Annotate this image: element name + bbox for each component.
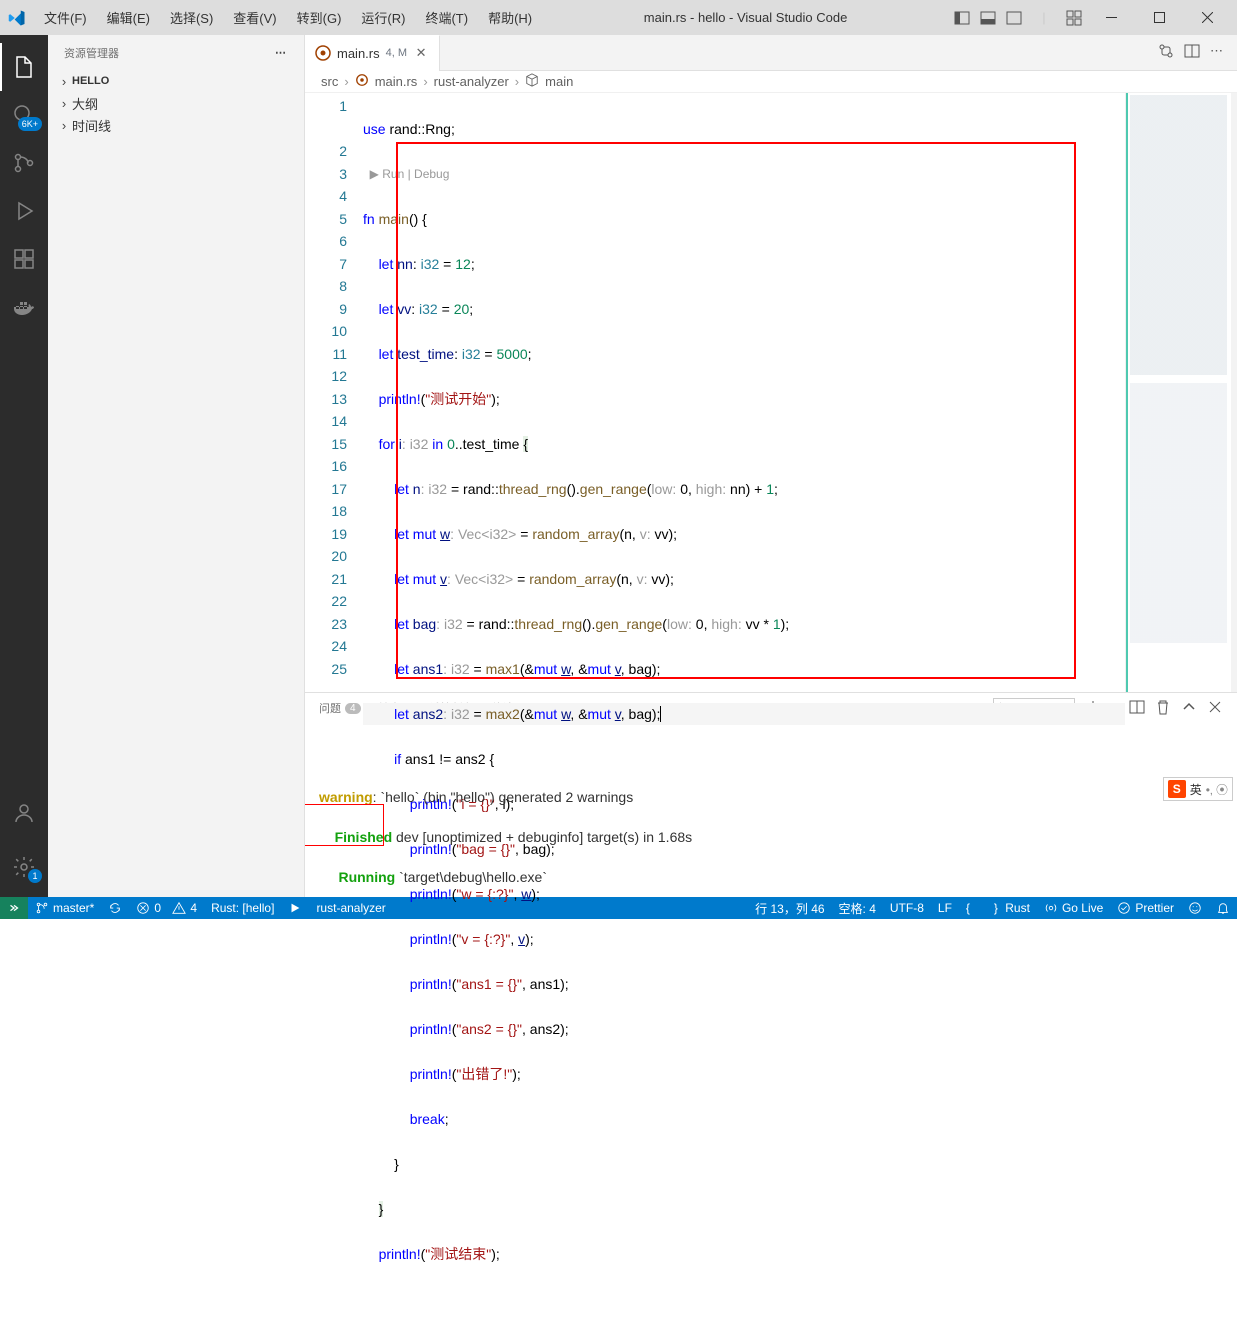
chevron-right-icon: ›: [56, 96, 72, 111]
menu-view[interactable]: 查看(V): [225, 4, 284, 31]
activity-search-icon[interactable]: 6K+: [0, 91, 48, 139]
cube-icon: [525, 73, 539, 90]
tab-more-icon[interactable]: ⋯: [1210, 43, 1225, 62]
settings-badge: 1: [28, 869, 42, 883]
editor-area: main.rs 4, M ✕ ⋯ src› main.rs› rust-anal…: [305, 35, 1237, 897]
tab-name: main.rs: [337, 46, 380, 61]
activity-account-icon[interactable]: [0, 789, 48, 837]
codelens-run-debug[interactable]: ▶ Run | Debug: [363, 163, 1125, 186]
sidebar-explorer: 资源管理器 ⋯ ›HELLO ›大纲 ›时间线: [48, 35, 305, 897]
vscode-logo-icon: [8, 9, 26, 27]
tree-hello[interactable]: ›HELLO: [48, 70, 304, 92]
tab-close-icon[interactable]: ✕: [413, 45, 429, 61]
chevron-right-icon: ›: [56, 74, 72, 89]
terminal-body[interactable]: warning: `hello` (bin "hello") generated…: [305, 723, 1237, 897]
search-badge: 6K+: [18, 117, 42, 131]
window-maximize-button[interactable]: [1137, 3, 1181, 33]
panel: 问题4 输出 调试控制台 终端 powershell ⌄ warning: `h…: [305, 692, 1237, 897]
panel-maximize-icon[interactable]: [1181, 699, 1197, 718]
editor-body[interactable]: 1 23456789101112131415161718192021222324…: [305, 93, 1237, 692]
window-minimize-button[interactable]: [1089, 3, 1133, 33]
terminal-kill-icon[interactable]: [1155, 699, 1171, 718]
window-close-button[interactable]: [1185, 3, 1229, 33]
layout-righttoggle-icon[interactable]: [1003, 7, 1025, 29]
menu-help[interactable]: 帮助(H): [480, 4, 540, 31]
activity-explorer-icon[interactable]: [0, 43, 48, 91]
menu-edit[interactable]: 编辑(E): [99, 4, 158, 31]
editor-scrollbar[interactable]: [1231, 93, 1237, 692]
title-separator: |: [1033, 7, 1055, 29]
status-sync[interactable]: [101, 897, 129, 919]
status-remote-icon[interactable]: [0, 897, 28, 919]
activity-docker-icon[interactable]: [0, 283, 48, 331]
menu-terminal[interactable]: 终端(T): [417, 4, 476, 31]
status-rust-analyzer-run[interactable]: [281, 897, 309, 919]
minimap[interactable]: [1125, 93, 1231, 692]
panel-close-icon[interactable]: [1207, 699, 1223, 718]
tab-main-rs[interactable]: main.rs 4, M ✕: [305, 35, 440, 71]
status-rust-project[interactable]: Rust: [hello]: [204, 897, 281, 919]
bc-main[interactable]: main: [545, 74, 573, 89]
ime-sogou-icon: S: [1168, 780, 1186, 798]
tree-outline[interactable]: ›大纲: [48, 92, 304, 114]
layout-lefttoggle-icon[interactable]: [951, 7, 973, 29]
ime-indicator[interactable]: S 英 •‚ ⦿: [1163, 777, 1233, 801]
rust-file-icon: [355, 73, 369, 90]
menu-select[interactable]: 选择(S): [162, 4, 221, 31]
panel-tab-problems[interactable]: 问题4: [319, 693, 361, 723]
activity-debug-icon[interactable]: [0, 187, 48, 235]
menu-goto[interactable]: 转到(G): [289, 4, 350, 31]
menu-file[interactable]: 文件(F): [36, 4, 95, 31]
status-bell-icon[interactable]: [1209, 897, 1237, 919]
compare-changes-icon[interactable]: [1158, 43, 1174, 62]
breadcrumb[interactable]: src› main.rs› rust-analyzer› main: [305, 71, 1237, 93]
activity-extensions-icon[interactable]: [0, 235, 48, 283]
status-branch[interactable]: master*: [28, 897, 101, 919]
tree-timeline[interactable]: ›时间线: [48, 114, 304, 136]
status-errors-warnings[interactable]: 0 4: [129, 897, 204, 919]
activity-scm-icon[interactable]: [0, 139, 48, 187]
split-editor-icon[interactable]: [1184, 43, 1200, 62]
tab-modified-badge: 4, M: [386, 47, 407, 59]
activity-settings-icon[interactable]: 1: [0, 843, 48, 891]
layout-customize-icon[interactable]: [1063, 7, 1085, 29]
status-feedback-icon[interactable]: [1181, 897, 1209, 919]
terminal-split-icon[interactable]: [1129, 699, 1145, 718]
bc-ra[interactable]: rust-analyzer: [434, 74, 509, 89]
window-title: main.rs - hello - Visual Studio Code: [544, 10, 947, 25]
bc-file[interactable]: main.rs: [375, 74, 418, 89]
menu-run[interactable]: 运行(R): [353, 4, 413, 31]
editor-tabs: main.rs 4, M ✕ ⋯: [305, 35, 1237, 71]
sidebar-more-icon[interactable]: ⋯: [275, 46, 288, 59]
layout-bottomtoggle-icon[interactable]: [977, 7, 999, 29]
sidebar-title: 资源管理器: [64, 45, 119, 61]
title-bar: 文件(F) 编辑(E) 选择(S) 查看(V) 转到(G) 运行(R) 终端(T…: [0, 0, 1237, 35]
code-content[interactable]: use rand::Rng; ▶ Run | Debug fn main() {…: [363, 93, 1125, 692]
activity-bar: 6K+ 1: [0, 35, 48, 897]
sidebar-header: 资源管理器 ⋯: [48, 35, 304, 70]
line-gutter: 1 23456789101112131415161718192021222324…: [305, 93, 363, 692]
rust-file-icon: [315, 45, 331, 61]
chevron-right-icon: ›: [56, 118, 72, 133]
bc-src[interactable]: src: [321, 74, 338, 89]
